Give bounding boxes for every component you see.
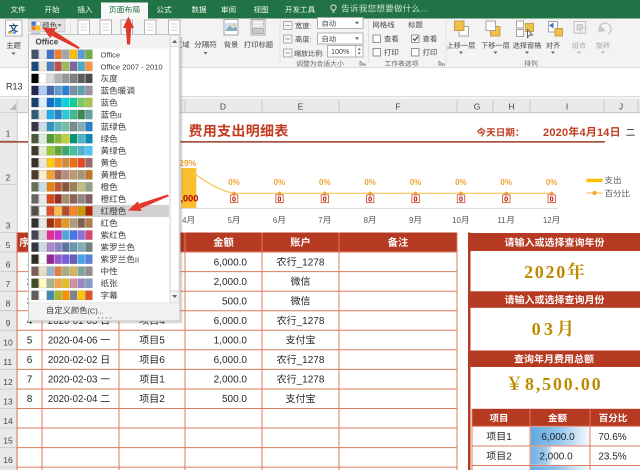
svg-text:6,000.0: 6,000.0 — [214, 355, 248, 366]
svg-text:Office: Office — [36, 37, 59, 46]
svg-text:0: 0 — [413, 195, 417, 204]
svg-text:_1278: _1278 — [296, 355, 325, 366]
svg-text:(C)...: (C)... — [88, 306, 104, 315]
svg-text:,000: ,000 — [181, 194, 199, 204]
svg-text:0%: 0% — [410, 178, 422, 187]
svg-text:E: E — [298, 101, 304, 111]
svg-text:9: 9 — [409, 216, 413, 225]
svg-text:_1278: _1278 — [296, 257, 325, 268]
svg-text:70.6%: 70.6% — [598, 432, 626, 443]
svg-text:1: 1 — [506, 432, 512, 443]
svg-text::: : — [310, 23, 312, 30]
svg-text:_1278: _1278 — [296, 375, 325, 386]
svg-text:...: ... — [421, 4, 428, 14]
svg-text:2020: 2020 — [543, 127, 568, 139]
svg-text::: : — [310, 37, 312, 44]
svg-text:100%: 100% — [331, 47, 350, 56]
svg-text:2: 2 — [506, 451, 512, 462]
svg-text:5: 5 — [227, 216, 232, 225]
svg-text:6: 6 — [6, 259, 11, 269]
svg-text:0%: 0% — [274, 178, 286, 187]
svg-text:4: 4 — [579, 127, 586, 139]
svg-text:H: H — [508, 101, 514, 111]
svg-text:10: 10 — [3, 338, 13, 348]
svg-text:0%: 0% — [319, 178, 331, 187]
svg-text:2,000.0: 2,000.0 — [539, 451, 573, 462]
svg-text:G: G — [474, 101, 481, 111]
svg-text:6: 6 — [159, 355, 165, 366]
svg-text:5: 5 — [27, 336, 33, 347]
svg-text:0%: 0% — [455, 178, 467, 187]
svg-text:14: 14 — [597, 127, 610, 139]
svg-text:500.0: 500.0 — [222, 394, 247, 405]
svg-text:5: 5 — [6, 240, 11, 250]
svg-text:1: 1 — [6, 128, 11, 138]
svg-text:4: 4 — [182, 216, 187, 225]
svg-text:8: 8 — [364, 216, 369, 225]
svg-text:2: 2 — [159, 394, 165, 405]
svg-text:0: 0 — [232, 195, 236, 204]
svg-text:1: 1 — [159, 375, 165, 386]
svg-text:6,000.0: 6,000.0 — [214, 316, 248, 327]
svg-text:7: 7 — [6, 279, 11, 289]
svg-text:0%: 0% — [546, 178, 558, 187]
svg-text:0: 0 — [504, 195, 508, 204]
svg-text:5: 5 — [159, 336, 165, 347]
svg-text:I: I — [566, 101, 568, 111]
svg-text:12: 12 — [3, 377, 13, 387]
svg-text:6,000.0: 6,000.0 — [541, 432, 575, 443]
svg-text:0%: 0% — [500, 178, 512, 187]
svg-text:2020-02-03: 2020-02-03 — [48, 375, 98, 386]
svg-text:6: 6 — [27, 355, 33, 366]
svg-text:_1278: _1278 — [296, 316, 325, 327]
svg-text:12: 12 — [543, 216, 552, 225]
svg-text:10: 10 — [452, 216, 461, 225]
svg-text:Office 2007 - 2010: Office 2007 - 2010 — [101, 63, 163, 72]
svg-text:2,000.0: 2,000.0 — [214, 277, 248, 288]
svg-text:9: 9 — [6, 318, 11, 328]
svg-text:2020-04-06: 2020-04-06 — [48, 336, 98, 347]
svg-text:J: J — [619, 101, 623, 111]
svg-text:13: 13 — [3, 396, 13, 406]
svg-text:II: II — [118, 111, 122, 120]
svg-text:2020-02-04: 2020-02-04 — [48, 394, 98, 405]
svg-text:0: 0 — [459, 195, 463, 204]
svg-text:23.5%: 23.5% — [598, 451, 626, 462]
svg-text:14: 14 — [3, 416, 13, 426]
svg-text:2,000.0: 2,000.0 — [214, 375, 248, 386]
svg-text:Office: Office — [101, 51, 121, 60]
svg-text:0: 0 — [550, 195, 554, 204]
svg-text:R13: R13 — [6, 81, 23, 91]
svg-text:0%: 0% — [228, 178, 240, 187]
svg-text:8: 8 — [6, 299, 11, 309]
svg-text:7: 7 — [318, 216, 322, 225]
svg-text:8,500.00: 8,500.00 — [525, 374, 602, 394]
svg-text:6,000.0: 6,000.0 — [214, 257, 248, 268]
svg-text:11: 11 — [3, 357, 12, 367]
svg-text:2020-02-02: 2020-02-02 — [48, 355, 98, 366]
svg-text:F: F — [395, 101, 400, 111]
svg-text:500.0: 500.0 — [222, 296, 247, 307]
svg-text:0: 0 — [277, 195, 281, 204]
svg-text:11: 11 — [498, 216, 506, 225]
svg-text::: : — [322, 51, 324, 58]
svg-text:03: 03 — [532, 319, 557, 339]
svg-text:2020: 2020 — [524, 262, 567, 282]
svg-text:D: D — [220, 101, 226, 111]
svg-text:II: II — [135, 255, 139, 264]
svg-text:8: 8 — [27, 394, 33, 405]
svg-text:0%: 0% — [364, 178, 376, 187]
svg-text:2: 2 — [6, 172, 11, 182]
svg-text:15: 15 — [3, 435, 13, 445]
svg-text:1,000.0: 1,000.0 — [214, 336, 248, 347]
svg-text:6: 6 — [273, 216, 278, 225]
svg-text:0: 0 — [368, 195, 372, 204]
svg-text:16: 16 — [3, 455, 13, 465]
svg-text:0: 0 — [323, 195, 327, 204]
svg-text:3: 3 — [6, 220, 11, 230]
svg-text:7: 7 — [27, 375, 33, 386]
